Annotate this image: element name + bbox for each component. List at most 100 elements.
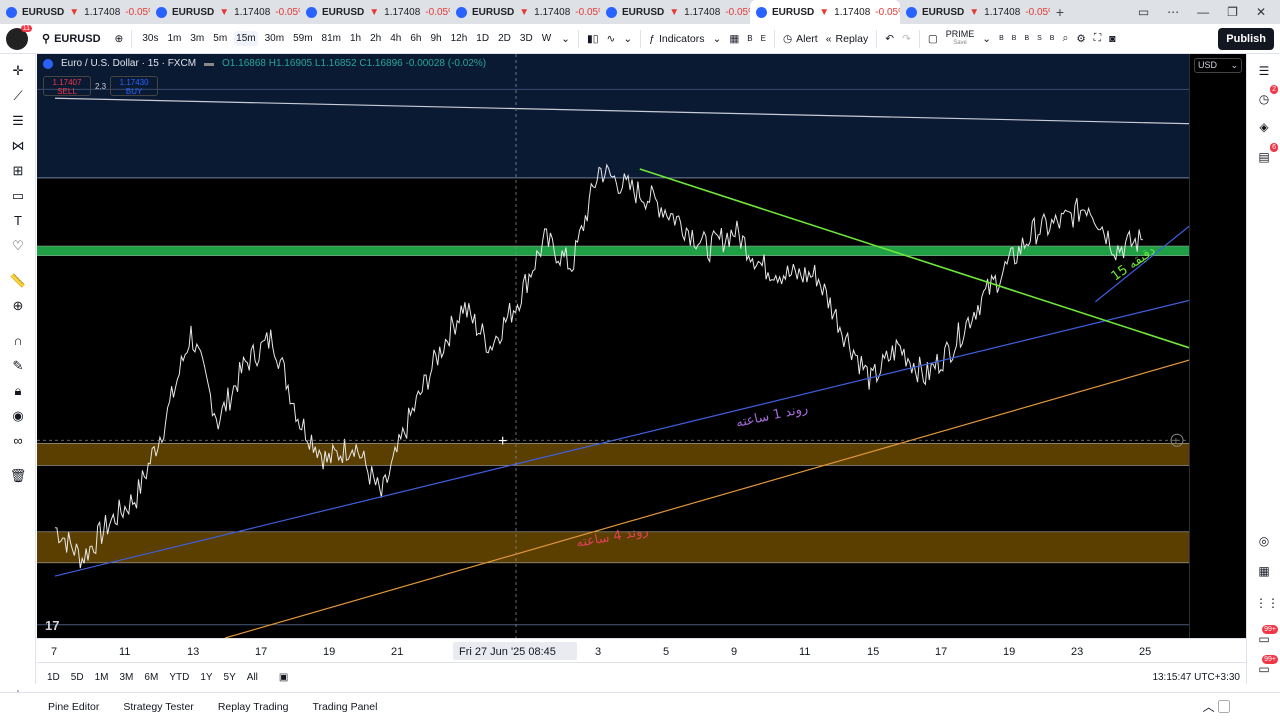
range-1m[interactable]: 1M <box>95 672 109 683</box>
ruler-icon[interactable]: 📏 <box>9 272 27 290</box>
forecast-icon[interactable]: ⊞ <box>9 162 27 180</box>
timeframe-5m[interactable]: 5m <box>211 31 229 46</box>
minimize-icon[interactable]: — <box>1197 5 1209 19</box>
indicators-button[interactable]: ƒ Indicators <box>649 33 704 45</box>
range-1y[interactable]: 1Y <box>200 672 212 683</box>
range-1d[interactable]: 1D <box>47 672 60 683</box>
messages-icon[interactable]: ▭ 99+ <box>1255 655 1278 678</box>
browser-tab[interactable]: EURUSD▼1.17408-0.05%✕ <box>150 0 300 24</box>
browser-tab[interactable]: EURUSD▼1.17408-0.05%✕ <box>900 0 1050 24</box>
chart-title[interactable]: Euro / U.S. Dollar · 15 · FXCM <box>61 58 196 69</box>
timeframe-2h[interactable]: 2h <box>368 31 383 46</box>
hide-legend-icon[interactable]: ▬ <box>204 58 214 69</box>
heart-icon[interactable]: ♡ <box>9 237 27 255</box>
timeframe-30s[interactable]: 30s <box>140 31 160 46</box>
quick-search-icon[interactable]: ⌕ <box>1062 32 1068 45</box>
panel-replay-trading[interactable]: Replay Trading <box>218 701 289 713</box>
clock[interactable]: 13:15:47 UTC+3:30 <box>1152 672 1240 683</box>
chart-svg[interactable]: روند 1 ساعتهروند 4 ساعته15 دقیقه+1.19000… <box>37 54 1246 662</box>
timeframe-4h[interactable]: 4h <box>388 31 403 46</box>
close-window-icon[interactable]: ✕ <box>1256 5 1266 19</box>
eye-icon[interactable]: ◉ <box>9 407 27 425</box>
apps-grid-icon[interactable]: ⋮⋮ <box>1255 594 1279 612</box>
timeframe-9h[interactable]: 9h <box>428 31 443 46</box>
more-icon[interactable]: ⋯ <box>1167 5 1179 19</box>
line-chart-icon[interactable]: ∿ <box>607 33 616 45</box>
alerts-icon[interactable]: ◷ 2 <box>1255 85 1278 108</box>
timeframe-3D[interactable]: 3D <box>518 31 535 46</box>
goto-date-icon[interactable]: ▣ <box>279 672 288 683</box>
sell-button[interactable]: 1.17407 SELL <box>43 76 91 96</box>
template-b-icon[interactable]: B <box>1050 35 1055 42</box>
template-b-icon[interactable]: B <box>999 35 1004 42</box>
template-b-icon[interactable]: B <box>747 34 752 43</box>
calendar-icon[interactable]: ▦ <box>1255 562 1273 580</box>
trash-icon[interactable]: 🗑︎ <box>9 467 27 485</box>
fullscreen-icon[interactable]: ⛶ <box>1094 32 1101 45</box>
template-s-icon[interactable]: S <box>1037 35 1042 42</box>
browser-tab[interactable]: EURUSD▼1.17408-0.05%✕ <box>600 0 750 24</box>
symbol-search[interactable]: ⚲ EURUSD <box>36 32 107 46</box>
undo-icon[interactable]: ↶ <box>885 33 894 45</box>
data-window-icon[interactable]: ◈ <box>1255 118 1273 136</box>
timeframe-3m[interactable]: 3m <box>188 31 206 46</box>
magnet-icon[interactable]: ∩ <box>9 332 27 350</box>
timeframe-81m[interactable]: 81m <box>320 31 343 46</box>
lock-icon[interactable]: 🔒︎ <box>9 382 27 400</box>
panel-strategy-tester[interactable]: Strategy Tester <box>123 701 193 713</box>
zoom-in-icon[interactable]: ⊕ <box>9 297 27 315</box>
replay-button[interactable]: «Replay <box>826 33 869 45</box>
timeframe-W[interactable]: W <box>540 31 553 46</box>
template-b-icon[interactable]: B <box>1012 35 1017 42</box>
template-e-icon[interactable]: E <box>761 34 766 43</box>
prime-layout-button[interactable]: PRIME Save <box>946 29 975 48</box>
screen-share-icon[interactable]: ▭ <box>1138 5 1149 19</box>
timeframe-1D[interactable]: 1D <box>474 31 491 46</box>
time-axis[interactable]: 7111317192125359111517192325Fri 27 Jun '… <box>37 638 1246 662</box>
buy-button[interactable]: 1.17430 BUY <box>110 76 159 96</box>
restore-icon[interactable]: ❐ <box>1227 5 1238 19</box>
chat-icon[interactable]: ▤ 6 <box>1255 143 1278 166</box>
notifications-icon[interactable]: ▭ 99+ <box>1255 625 1278 648</box>
crosshair-icon[interactable]: ✛ <box>9 62 27 80</box>
chevron-down-icon[interactable]: ⌄ <box>623 33 632 45</box>
layout-square-icon[interactable]: ▢ <box>928 33 938 45</box>
redo-icon[interactable]: ↷ <box>902 33 911 45</box>
publish-button[interactable]: Publish <box>1218 27 1274 50</box>
timeframe-12h[interactable]: 12h <box>449 31 470 46</box>
range-3m[interactable]: 3M <box>120 672 134 683</box>
collapse-panel-icon[interactable]: ︿ ▢ <box>1203 698 1230 715</box>
pattern-icon[interactable]: ⋈ <box>9 137 27 155</box>
browser-tab[interactable]: EURUSD▼1.17408-0.05%✕ <box>0 0 150 24</box>
candles-icon[interactable]: ▮▯ <box>587 33 599 45</box>
range-6m[interactable]: 6M <box>144 672 158 683</box>
chevron-down-icon[interactable]: ⌄ <box>713 33 722 45</box>
settings-gear-icon[interactable]: ⚙ <box>1076 33 1085 45</box>
chevron-down-icon[interactable]: ⌄ <box>561 33 570 45</box>
timeframe-1h[interactable]: 1h <box>348 31 363 46</box>
timeframe-6h[interactable]: 6h <box>408 31 423 46</box>
timeframe-30m[interactable]: 30m <box>263 31 286 46</box>
price-axis[interactable]: USD ⌄ <box>1189 54 1246 662</box>
compare-symbol-button[interactable]: ⊕ <box>115 33 124 45</box>
pencil-lock-icon[interactable]: ✎ <box>9 357 27 375</box>
link-icon[interactable]: ∞ <box>9 432 27 450</box>
geometric-shapes-icon[interactable]: ▭ <box>9 187 27 205</box>
timeframe-59m[interactable]: 59m <box>291 31 314 46</box>
browser-tab[interactable]: EURUSD▼1.17408-0.05%✕ <box>750 0 900 24</box>
fib-retracement-icon[interactable]: ☰ <box>9 112 27 130</box>
target-icon[interactable]: ◎ <box>1255 532 1273 550</box>
currency-selector[interactable]: USD ⌄ <box>1194 58 1242 73</box>
chevron-down-icon[interactable]: ⌄ <box>982 33 991 45</box>
range-5d[interactable]: 5D <box>71 672 84 683</box>
panel-trading-panel[interactable]: Trading Panel <box>312 701 377 713</box>
layout-grid-icon[interactable]: ▦ <box>729 33 739 45</box>
new-tab-button[interactable]: + <box>1050 4 1070 20</box>
range-5y[interactable]: 5Y <box>224 672 236 683</box>
panel-pine-editor[interactable]: Pine Editor <box>48 701 99 713</box>
timeframe-15m[interactable]: 15m <box>234 31 258 46</box>
camera-icon[interactable]: ◙ <box>1109 33 1115 45</box>
timeframe-2D[interactable]: 2D <box>496 31 513 46</box>
template-b-icon[interactable]: B <box>1024 35 1029 42</box>
user-avatar[interactable]: 11 <box>6 24 32 50</box>
